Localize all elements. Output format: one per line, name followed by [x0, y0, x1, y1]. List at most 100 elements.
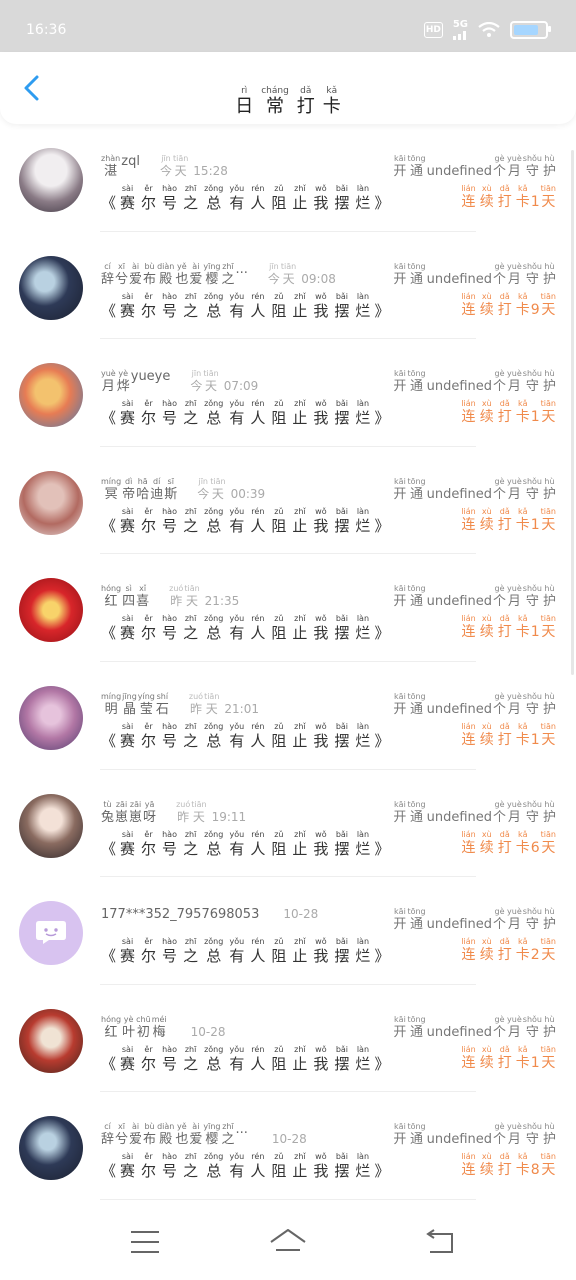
pinyin: zǒng [204, 937, 224, 947]
hanzi: 阻 [271, 947, 287, 966]
pinyin: hù [544, 154, 555, 163]
hanzi: 卡 [515, 624, 530, 641]
message-char: hào 号 [162, 830, 177, 858]
message-char: wǒ 我 [313, 507, 328, 535]
streak-suffix: tiān 天 [541, 1152, 556, 1179]
pinyin: tiān [540, 614, 556, 624]
pinyin: shǒu [522, 1014, 542, 1024]
vip-months: undefined [426, 1024, 493, 1040]
hanzi: 卡 [515, 516, 530, 533]
name-line: cí 辞 xī 兮 ài 爱 bù 布 diàn 殿 yě 也 ài 爱 yīng 樱 zhī 之... jīn 今 t… [101, 262, 336, 287]
list-item[interactable]: míng 冥 dì 帝 hā 哈 dí 迪 sī 斯 jīn 今 tiān 天 00:39 《 sài 赛 ěr 尔 h… [0, 447, 576, 555]
streak-char: tiān 天 [541, 292, 556, 319]
pinyin: xù [481, 506, 492, 516]
pinyin: yuè [507, 476, 522, 486]
message-char: zǔ 阻 [271, 399, 286, 427]
message-char: yǒu 有 [229, 184, 244, 212]
pinyin: dǎ [499, 506, 510, 516]
vip-char: hù 护 [543, 262, 556, 287]
list-item[interactable]: cí 辞 xī 兮 ài 爱 bù 布 diàn 殿 yě 也 ài 爱 yīng 樱 zhī 之... 10-28… [0, 1092, 576, 1200]
pinyin: kāi [394, 154, 406, 163]
vip-suffix: gè 个 yuè 月 shǒu 守 hù 护 [493, 907, 556, 932]
vip-char: yuè 月 [507, 369, 522, 394]
vip-char: hù 护 [543, 154, 556, 179]
name-line: hóng 红 sì 四 xǐ 喜 zuó 昨 tiān 天 21:35 [101, 584, 239, 609]
pinyin: rén [251, 184, 265, 193]
hanzi: 止 [292, 947, 308, 966]
pinyin: hào [162, 614, 177, 624]
pinyin: wǒ [315, 291, 327, 301]
hanzi: 常 [266, 96, 284, 117]
hanzi: 号 [162, 947, 178, 966]
scrollbar[interactable] [571, 150, 574, 675]
hanzi: 连 [461, 194, 476, 210]
message-text: sài 赛 ěr 尔 hào 号 zhī 之 zǒng 总 yǒu 有 rén 人 zǔ 阻 zhǐ 止 wǒ 我 bǎ… [120, 184, 370, 212]
hanzi: 尔 [141, 624, 157, 643]
hanzi: 爱 [189, 271, 203, 287]
pinyin: bǎi [335, 184, 349, 193]
user-name: míng 冥 dì 帝 hā 哈 dí 迪 sī 斯 [101, 477, 177, 502]
pinyin: ěr [144, 184, 153, 193]
pinyin: làn [356, 506, 370, 516]
back-icon[interactable] [420, 1224, 460, 1260]
hanzi: 阻 [271, 839, 287, 858]
menu-icon[interactable] [125, 1224, 165, 1260]
hanzi: 天 [282, 271, 295, 286]
streak-char: dǎ 打 [498, 507, 512, 534]
hanzi: 守 [525, 164, 539, 179]
hanzi: 护 [542, 701, 556, 717]
message-char: ěr 尔 [141, 184, 156, 212]
list-item[interactable]: hóng 红 sì 四 xǐ 喜 zuó 昨 tiān 天 21:35 《 sài 赛 ěr 尔 hào 号 zhī… [0, 554, 576, 662]
list-item[interactable]: yuè 月 yè 烨 yueye jīn 今 tiān 天 07:09 《 sài 赛 ěr 尔 hào 号 zh… [0, 339, 576, 447]
vip-char: kāi 开 [393, 477, 406, 502]
streak-status: lián 连 xù 续 dǎ 打 kǎ 卡 1 tiān 天 [461, 614, 556, 641]
message: 《 sài 赛 ěr 尔 hào 号 zhī 之 zǒng 总 yǒu 有 rén 人 zǔ 阻 zhǐ 止 wǒ 我 b… [101, 1152, 389, 1180]
hanzi: 打 [497, 516, 512, 533]
time-value: 10-28 [271, 1132, 307, 1147]
pinyin: bù [144, 261, 155, 271]
streak-char: xù 续 [480, 830, 494, 857]
list-item[interactable]: zhàn 湛 zql jīn 今 tiān 天 15:28 《 sài 赛 ěr 尔 hào 号 zhī 之 zǒ… [0, 124, 576, 232]
book-bracket-close: 》 [374, 1054, 390, 1073]
pinyin: bǎi [335, 614, 349, 624]
message-char: zhī 之 [183, 1152, 198, 1180]
streak-char: kǎ 卡 [516, 184, 530, 211]
pinyin: làn [356, 291, 370, 301]
hanzi: 打 [497, 1162, 512, 1179]
vip-suffix: gè 个 yuè 月 shǒu 守 hù 护 [493, 1122, 556, 1147]
list-item[interactable]: 177***352_7957698053 10-28 《 sài 赛 ěr 尔 hào 号 zhī… [0, 877, 576, 985]
list-item[interactable]: tù 兔 zāi 崽 zāi 崽 yā 呀 zuó 昨 tiān 天 19:11 《 sài 赛 ěr 尔 hào 号… [0, 770, 576, 878]
pinyin: yǒu [229, 1044, 245, 1054]
home-icon[interactable] [268, 1224, 308, 1260]
message-char: wǒ 我 [313, 1152, 328, 1180]
pinyin: làn [356, 1044, 370, 1054]
pinyin: gè [494, 476, 505, 486]
vip-char: shǒu 守 [523, 1122, 542, 1147]
time-char: zuó 昨 [176, 800, 190, 825]
list-item[interactable]: hóng 红 yè 叶 chū 初 méi 梅 10-28 《 sài 赛 ěr 尔 hào 号 zhī 之 zǒn… [0, 985, 576, 1093]
pinyin: yuè [507, 1014, 522, 1024]
list-item[interactable]: míng 明 jīng 晶 yíng 莹 shí 石 zuó 昨 tiān 天 21:01 《 sài 赛 ěr… [0, 662, 576, 770]
pinyin: kāi [394, 1014, 406, 1024]
streak-suffix: tiān 天 [541, 614, 556, 641]
hanzi: 连 [461, 839, 476, 856]
list-item[interactable]: cí 辞 xī 兮 ài 爱 bù 布 diàn 殿 yě 也 ài 爱 yīng 樱 zhī 之... jīn 今 t… [0, 232, 576, 340]
streak-days: 1 [530, 1054, 540, 1071]
message-char: bǎi 摆 [334, 1152, 349, 1180]
pinyin: lián [461, 291, 476, 301]
time-value: 00:39 [230, 486, 266, 501]
streak-char: kǎ 卡 [516, 1045, 530, 1072]
pinyin: sài [121, 937, 134, 947]
message-char: yǒu 有 [229, 507, 244, 535]
message-char: zhǐ 止 [292, 399, 307, 427]
pinyin: làn [356, 614, 370, 624]
name-char: zhī 之 [221, 1122, 234, 1147]
vip-char: tōng 通 [407, 692, 425, 717]
message-char: zǒng 总 [204, 507, 223, 535]
vip-months: undefined [426, 594, 493, 610]
pinyin: tù [103, 799, 112, 809]
checkin-time: jīn 今 tiān 天 07:09 [190, 369, 258, 394]
streak-char: tiān 天 [541, 399, 556, 426]
streak-prefix: lián 连 xù 续 dǎ 打 kǎ 卡 [461, 1045, 529, 1072]
vip-char: yuè 月 [507, 154, 522, 179]
